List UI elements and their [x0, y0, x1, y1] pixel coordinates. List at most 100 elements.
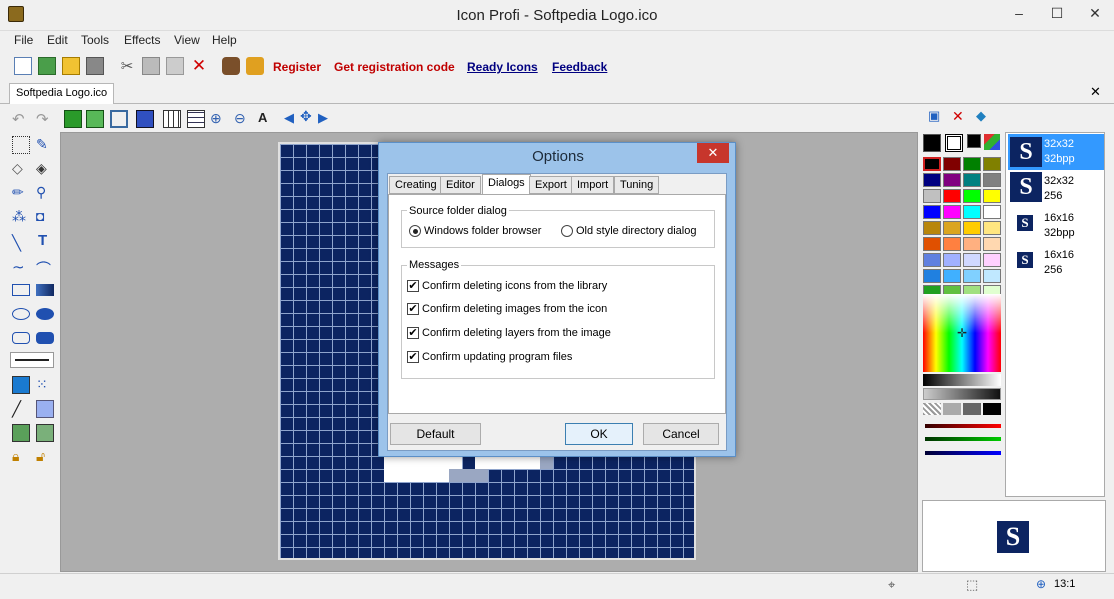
check-updating-files[interactable]: ✔ Confirm updating program files	[407, 351, 572, 364]
menu-tools[interactable]: Tools	[81, 33, 109, 47]
pattern-swatch[interactable]	[983, 403, 1001, 415]
layer-copy-icon[interactable]	[86, 110, 104, 128]
pixel-grid-icon[interactable]	[187, 110, 205, 128]
minimize-button[interactable]: –	[1000, 0, 1038, 28]
save-icon[interactable]	[86, 57, 104, 75]
format-item[interactable]: S 16x16 256	[1008, 245, 1104, 281]
arrow-right-icon[interactable]: ▶	[318, 110, 336, 128]
color-swatch[interactable]	[983, 237, 1001, 251]
color-swatch[interactable]	[923, 253, 941, 267]
color-swatch[interactable]	[963, 157, 981, 171]
eraser-icon[interactable]: ◆	[976, 108, 994, 126]
brush-icon[interactable]: ⚲	[36, 184, 54, 202]
layer-mask-icon[interactable]	[36, 424, 54, 442]
pattern-swatch[interactable]	[923, 403, 941, 415]
color-swatch[interactable]	[983, 173, 1001, 187]
antialias-icon[interactable]: ╱	[12, 400, 30, 418]
format-item[interactable]: S 16x16 32bpp	[1008, 208, 1104, 244]
tab-editor[interactable]: Editor	[440, 176, 481, 194]
menu-help[interactable]: Help	[212, 33, 237, 47]
filled-ellipse-icon[interactable]	[36, 308, 54, 320]
dialog-close-button[interactable]: ✕	[697, 143, 729, 163]
pattern-icon[interactable]: ⁙	[36, 376, 54, 394]
foreground-color[interactable]	[923, 134, 941, 152]
register-link[interactable]: Register	[273, 60, 321, 74]
check-delete-icons[interactable]: ✔ Confirm deleting icons from the library	[407, 280, 607, 293]
feedback-link[interactable]: Feedback	[552, 60, 607, 74]
red-slider[interactable]	[925, 424, 1001, 428]
check-delete-layers[interactable]: ✔ Confirm deleting layers from the image	[407, 327, 611, 340]
tab-dialogs[interactable]: Dialogs	[482, 174, 531, 195]
color-swatch[interactable]	[943, 253, 961, 267]
color-swatch[interactable]	[943, 205, 961, 219]
copy-icon[interactable]	[142, 57, 160, 75]
color-swatch[interactable]	[983, 253, 1001, 267]
color-swatch[interactable]	[943, 157, 961, 171]
color-swatch[interactable]	[963, 221, 981, 235]
layer-merge-icon[interactable]	[12, 424, 30, 442]
zoom-in-icon[interactable]: ⊕	[210, 110, 228, 128]
color-swatch[interactable]	[923, 157, 941, 171]
new-icon[interactable]	[14, 57, 32, 75]
color-swatch[interactable]	[923, 269, 941, 283]
ok-button[interactable]: OK	[565, 423, 633, 445]
tab-tuning[interactable]: Tuning	[614, 176, 660, 194]
close-button[interactable]: ✕	[1076, 0, 1114, 28]
get-registration-code-link[interactable]: Get registration code	[334, 60, 455, 74]
tab-import[interactable]: Import	[571, 176, 615, 194]
menu-view[interactable]: View	[174, 33, 200, 47]
filled-rectangle-icon[interactable]	[36, 284, 54, 296]
rect-select-icon[interactable]	[12, 136, 30, 154]
color-swatch[interactable]	[943, 221, 961, 235]
color-swatch[interactable]	[963, 269, 981, 283]
green-slider[interactable]	[925, 437, 1001, 441]
color-swatch[interactable]	[983, 205, 1001, 219]
cube-icon[interactable]	[110, 110, 128, 128]
transparent-color[interactable]	[967, 134, 981, 148]
zoom-out-icon[interactable]: ⊖	[234, 110, 252, 128]
delete-icon[interactable]: ✕	[190, 57, 208, 75]
layer-icon[interactable]	[64, 110, 82, 128]
opacity-icon[interactable]	[36, 400, 54, 418]
pattern-swatch[interactable]	[963, 403, 981, 415]
redo-icon[interactable]: ↷	[36, 110, 54, 128]
color-swatch[interactable]	[983, 221, 1001, 235]
color-swatch[interactable]	[943, 269, 961, 283]
lock-icon[interactable]: 🔒︎	[12, 448, 30, 466]
book-icon[interactable]	[246, 57, 264, 75]
swap-colors-icon[interactable]	[984, 134, 1000, 150]
alpha-gradient-bar[interactable]	[923, 388, 1001, 400]
color-mode-icon[interactable]	[12, 376, 30, 394]
unlock-icon[interactable]: 🔓︎	[36, 448, 54, 466]
format-item[interactable]: S 32x32 32bpp	[1008, 134, 1104, 170]
tab-export[interactable]: Export	[529, 176, 573, 194]
default-button[interactable]: Default	[390, 423, 481, 445]
background-color[interactable]	[945, 134, 963, 152]
cut-icon[interactable]: ✂	[118, 57, 136, 75]
color-swatch[interactable]	[963, 253, 981, 267]
rounded-rect-icon[interactable]	[12, 332, 30, 344]
magic-select-icon[interactable]: ◇	[12, 160, 30, 178]
color-swatch[interactable]	[943, 173, 961, 187]
color-swatch[interactable]	[923, 237, 941, 251]
document-tab[interactable]: Softpedia Logo.ico	[9, 83, 115, 104]
rectangle-icon[interactable]	[12, 284, 30, 296]
ready-icons-link[interactable]: Ready Icons	[467, 60, 538, 74]
pencil-icon[interactable]: ✏	[12, 184, 30, 202]
zoom-text-icon[interactable]: A	[258, 110, 276, 128]
tab-creating[interactable]: Creating	[389, 176, 443, 194]
grid-icon[interactable]	[163, 110, 181, 128]
text-icon[interactable]: T	[38, 232, 56, 250]
new-format-icon[interactable]: ▣	[928, 108, 946, 126]
color-swatch[interactable]	[983, 157, 1001, 171]
color-swatch[interactable]	[963, 237, 981, 251]
color-swatch[interactable]	[943, 189, 961, 203]
radio-windows-browser[interactable]: Windows folder browser	[409, 225, 541, 238]
color-swatch[interactable]	[923, 221, 941, 235]
curve-icon[interactable]: ∼	[12, 258, 30, 276]
document-close-button[interactable]: ✕	[1090, 84, 1101, 100]
move-icon[interactable]: ✥	[300, 108, 318, 126]
menu-edit[interactable]: Edit	[47, 33, 68, 47]
blue-slider[interactable]	[925, 451, 1001, 455]
menu-effects[interactable]: Effects	[124, 33, 160, 47]
